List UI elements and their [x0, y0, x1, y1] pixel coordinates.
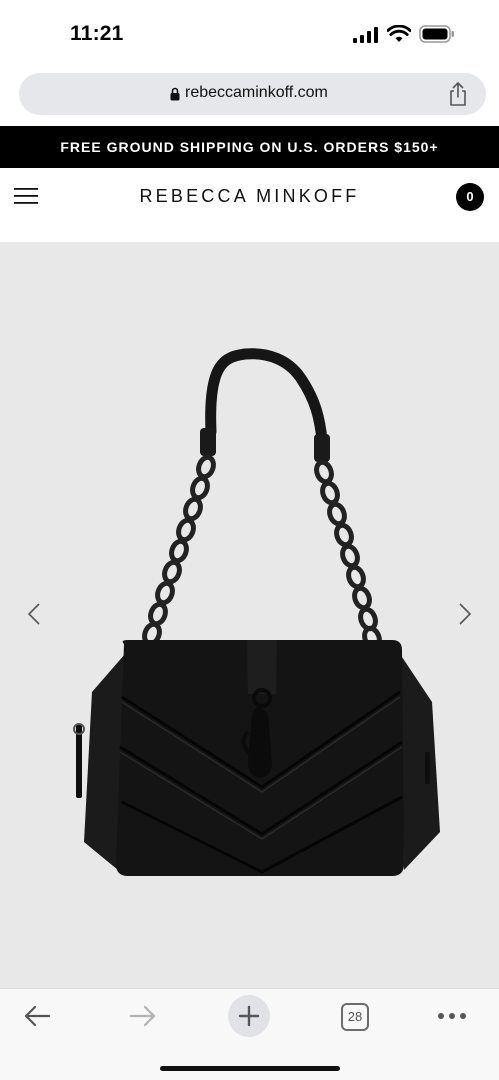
promo-text: FREE GROUND SHIPPING ON U.S. ORDERS $150… [60, 139, 439, 155]
home-indicator [160, 1066, 340, 1071]
cart-count-badge[interactable]: 0 [456, 183, 484, 211]
promo-banner[interactable]: FREE GROUND SHIPPING ON U.S. ORDERS $150… [0, 126, 499, 168]
arrow-right-icon[interactable] [128, 1004, 158, 1028]
chevron-right-icon[interactable] [455, 600, 475, 628]
url-text: rebeccaminkoff.com [185, 84, 328, 101]
status-bar: 11:21 [0, 0, 499, 68]
chevron-left-icon[interactable] [24, 600, 44, 628]
browser-toolbar: 28 [0, 988, 499, 1080]
site-header: REBECCA MINKOFF 0 [0, 168, 499, 242]
tab-count-button[interactable]: 28 [341, 1003, 369, 1031]
signal-icon [353, 27, 378, 43]
arrow-left-icon[interactable] [22, 1004, 52, 1028]
more-dots-icon[interactable] [437, 1011, 467, 1021]
brand-logo[interactable]: REBECCA MINKOFF [0, 186, 499, 207]
lock-icon [170, 87, 180, 101]
product-gallery[interactable] [0, 242, 499, 988]
new-tab-button[interactable] [228, 995, 270, 1037]
address-bar[interactable]: rebeccaminkoff.com [19, 73, 486, 115]
product-image [73, 348, 440, 876]
battery-icon [419, 25, 454, 43]
status-time: 11:21 [70, 22, 124, 45]
share-icon[interactable] [448, 82, 468, 106]
plus-icon [238, 1005, 260, 1027]
wifi-icon [387, 25, 411, 42]
